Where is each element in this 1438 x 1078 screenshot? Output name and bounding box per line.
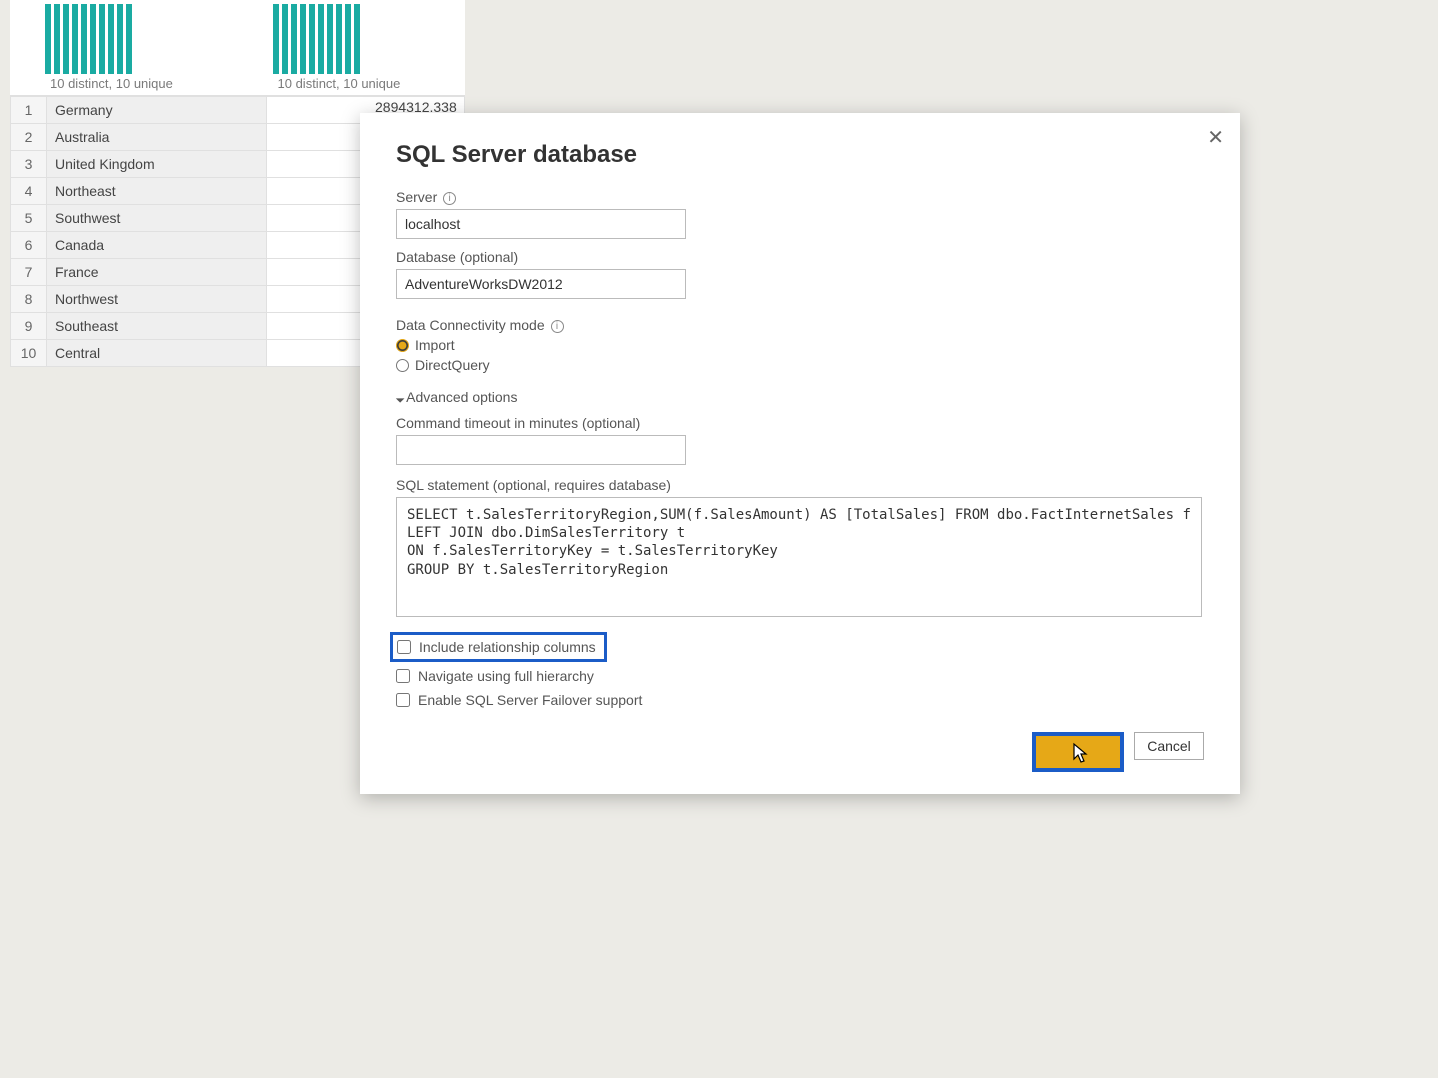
row-number: 4	[11, 178, 47, 205]
region-cell[interactable]: Canada	[47, 232, 267, 259]
row-number: 1	[11, 97, 47, 124]
region-cell[interactable]: Australia	[47, 124, 267, 151]
row-number: 2	[11, 124, 47, 151]
row-number: 9	[11, 313, 47, 340]
radio-directquery-input[interactable]	[396, 359, 409, 372]
sql-statement-input[interactable]	[396, 497, 1202, 617]
timeout-input[interactable]	[396, 435, 686, 465]
region-cell[interactable]: Southeast	[47, 313, 267, 340]
column-profile-2: 10 distinct, 10 unique	[238, 0, 466, 95]
distribution-bars	[248, 4, 456, 74]
row-number: 3	[11, 151, 47, 178]
highlight-annotation: Include relationship columns	[390, 632, 607, 662]
mode-label: Data Connectivity mode i	[396, 317, 1204, 333]
cursor-icon	[1072, 742, 1090, 764]
sql-server-dialog: ✕ SQL Server database Server i Database …	[360, 113, 1240, 794]
check-navigate-hierarchy[interactable]: Navigate using full hierarchy	[396, 668, 1204, 684]
radio-import-input[interactable]	[396, 339, 409, 352]
server-label: Server i	[396, 189, 1204, 205]
check-failover[interactable]: Enable SQL Server Failover support	[396, 692, 1204, 708]
radio-import[interactable]: Import	[396, 337, 1204, 353]
region-cell[interactable]: Northwest	[47, 286, 267, 313]
region-cell[interactable]: Southwest	[47, 205, 267, 232]
radio-directquery[interactable]: DirectQuery	[396, 357, 1204, 373]
check-include-relationship[interactable]: Include relationship columns	[397, 639, 596, 655]
distribution-bars	[20, 4, 228, 74]
database-input[interactable]	[396, 269, 686, 299]
distinct-unique-label-1: 10 distinct, 10 unique	[20, 76, 228, 91]
row-number: 6	[11, 232, 47, 259]
region-cell[interactable]: Central	[47, 340, 267, 367]
info-icon[interactable]: i	[551, 320, 564, 333]
region-cell[interactable]: United Kingdom	[47, 151, 267, 178]
cancel-button[interactable]: Cancel	[1134, 732, 1204, 760]
checkbox-include-relationship[interactable]	[397, 640, 411, 654]
row-number: 10	[11, 340, 47, 367]
server-input[interactable]	[396, 209, 686, 239]
close-icon[interactable]: ✕	[1207, 125, 1224, 150]
checkbox-navigate-hierarchy[interactable]	[396, 669, 410, 683]
ok-button[interactable]: OK	[1032, 732, 1124, 772]
advanced-options-toggle[interactable]: Advanced options	[396, 389, 1204, 405]
region-cell[interactable]: Northeast	[47, 178, 267, 205]
region-cell[interactable]: Germany	[47, 97, 267, 124]
timeout-label: Command timeout in minutes (optional)	[396, 415, 1204, 431]
column-profile-1: 10 distinct, 10 unique	[10, 0, 238, 95]
database-label: Database (optional)	[396, 249, 1204, 265]
dialog-title: SQL Server database	[396, 141, 1204, 169]
row-number: 5	[11, 205, 47, 232]
checkbox-failover[interactable]	[396, 693, 410, 707]
row-number: 7	[11, 259, 47, 286]
column-profile-header: 10 distinct, 10 unique 10 distinct, 10 u…	[10, 0, 465, 96]
info-icon[interactable]: i	[443, 192, 456, 205]
distinct-unique-label-2: 10 distinct, 10 unique	[248, 76, 456, 91]
region-cell[interactable]: France	[47, 259, 267, 286]
row-number: 8	[11, 286, 47, 313]
sql-label: SQL statement (optional, requires databa…	[396, 477, 1204, 493]
